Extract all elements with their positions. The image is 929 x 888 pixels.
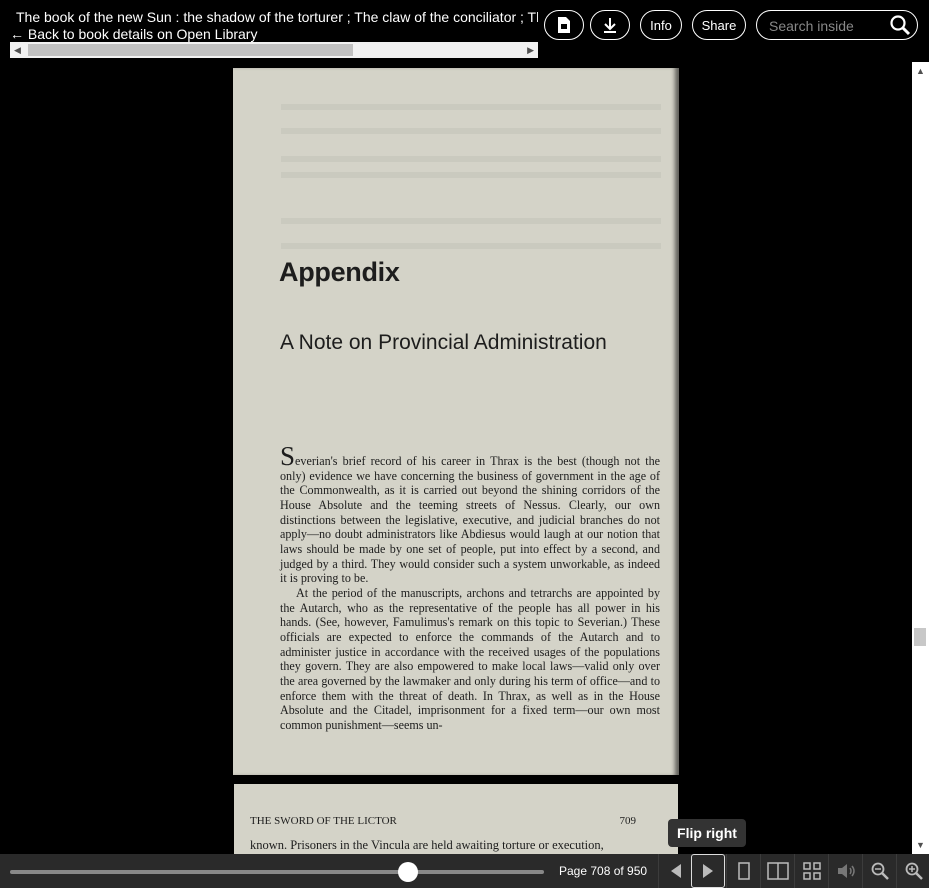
page-slider-handle[interactable] — [398, 862, 418, 882]
pdf-button[interactable] — [544, 10, 584, 40]
two-page-view-button[interactable] — [760, 854, 794, 888]
book-page-709[interactable]: THE SWORD OF THE LICTOR 709 known. Priso… — [234, 784, 678, 854]
paragraph: Severian's brief record of his career in… — [280, 443, 660, 586]
search-icon[interactable] — [889, 14, 911, 36]
show-through-text — [281, 156, 661, 163]
page-slider[interactable] — [10, 870, 544, 874]
show-through-text — [281, 104, 661, 111]
zoom-in-icon — [905, 862, 923, 880]
show-through-text — [281, 172, 661, 179]
scroll-up-arrow-icon[interactable]: ▲ — [916, 66, 925, 76]
running-head: THE SWORD OF THE LICTOR — [250, 815, 397, 827]
horizontal-scroll-thumb[interactable] — [28, 44, 353, 56]
flip-left-icon — [670, 864, 681, 878]
paragraph: At the period of the manuscripts, archon… — [280, 585, 660, 732]
flip-right-button[interactable] — [691, 854, 725, 888]
show-through-text — [281, 128, 661, 135]
thumbnail-view-button[interactable] — [794, 854, 828, 888]
page-subheading: A Note on Provincial Administration — [280, 331, 607, 354]
book-title: The book of the new Sun : the shadow of … — [16, 9, 538, 25]
back-to-book-details-link[interactable]: ← Back to book details on Open Library — [10, 26, 257, 42]
drop-cap: S — [280, 441, 296, 471]
scroll-left-arrow-icon[interactable]: ◀ — [14, 45, 21, 55]
one-page-view-button[interactable] — [726, 854, 760, 888]
flip-right-icon — [703, 864, 713, 878]
pdf-file-icon — [558, 17, 570, 33]
two-page-view-icon — [766, 862, 789, 880]
show-through-text — [281, 243, 661, 250]
page-indicator: Page 708 of 950 — [559, 864, 648, 878]
vertical-scrollbar[interactable]: ▲ ▼ — [912, 62, 929, 854]
horizontal-scrollbar[interactable]: ◀ ▶ — [10, 42, 538, 58]
page-first-line: known. Prisoners in the Vincula are held… — [250, 838, 604, 852]
flip-right-tooltip: Flip right — [668, 819, 746, 847]
vertical-scroll-thumb[interactable] — [914, 628, 926, 646]
bottom-toolbar: Page 708 of 950 — [0, 854, 929, 888]
scroll-down-arrow-icon[interactable]: ▼ — [916, 840, 925, 850]
info-button[interactable]: Info — [640, 10, 682, 40]
book-page-708[interactable]: Appendix A Note on Provincial Administra… — [233, 68, 679, 775]
scroll-right-arrow-icon[interactable]: ▶ — [527, 45, 534, 55]
share-button[interactable]: Share — [692, 10, 746, 40]
zoom-out-icon — [871, 862, 889, 880]
paragraph-text: everian's brief record of his career in … — [280, 454, 660, 586]
read-aloud-icon — [837, 864, 855, 878]
page-heading: Appendix — [279, 257, 400, 287]
page-number: 709 — [619, 815, 637, 827]
one-page-view-icon — [737, 862, 750, 880]
show-through-text — [281, 218, 661, 225]
zoom-in-button[interactable] — [896, 854, 929, 888]
top-bar: The book of the new Sun : the shadow of … — [0, 0, 929, 62]
flip-left-button[interactable] — [658, 854, 692, 888]
zoom-out-button[interactable] — [862, 854, 896, 888]
thumbnail-view-icon — [802, 862, 821, 880]
search-inside-box[interactable] — [756, 10, 918, 40]
download-icon — [604, 18, 616, 33]
download-button[interactable] — [590, 10, 630, 40]
page-body-text: Severian's brief record of his career in… — [280, 443, 660, 732]
read-aloud-button[interactable] — [828, 854, 862, 888]
search-input[interactable] — [767, 16, 889, 36]
